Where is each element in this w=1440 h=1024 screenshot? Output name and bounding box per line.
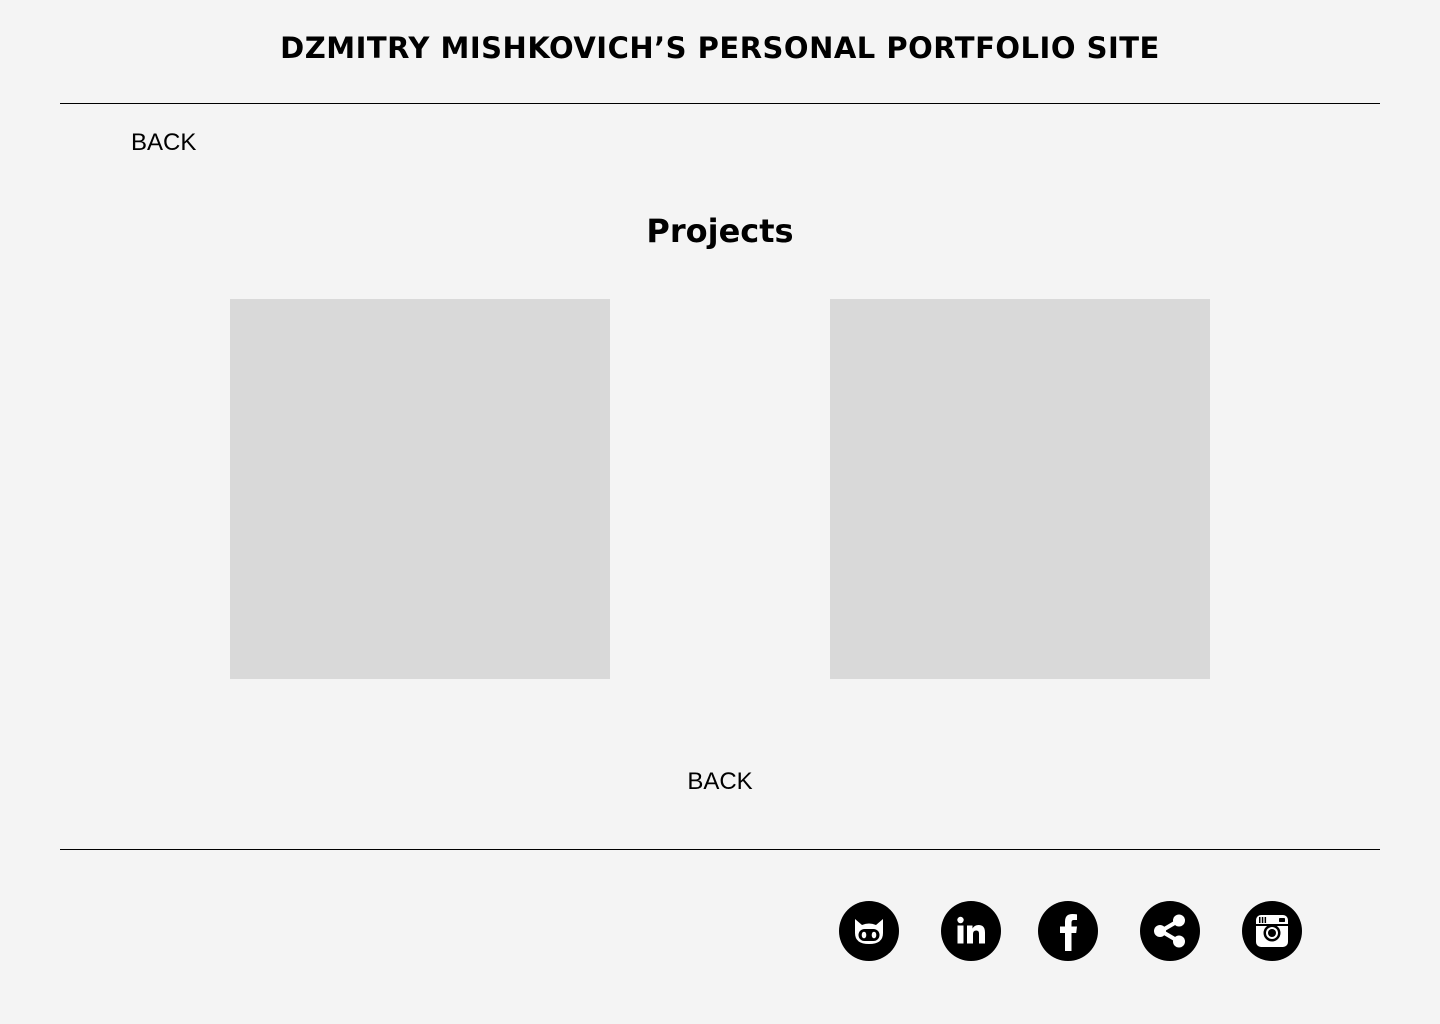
site-title: DZMITRY MISHKOVICH’S PERSONAL PORTFOLIO … (280, 31, 1160, 65)
instagram-icon (1256, 915, 1288, 947)
project-card[interactable] (830, 299, 1210, 679)
footer-divider (60, 849, 1380, 850)
back-link-bottom-wrapper: BACK (0, 768, 1440, 796)
instagram-button[interactable] (1242, 901, 1302, 961)
github-icon (855, 919, 883, 944)
header-divider (60, 103, 1380, 104)
portfolio-page: DZMITRY MISHKOVICH’S PERSONAL PORTFOLIO … (0, 0, 1440, 1024)
share-icon (1154, 914, 1185, 948)
facebook-icon (1060, 914, 1077, 951)
linkedin-icon (957, 916, 985, 944)
back-link-top[interactable]: BACK (131, 129, 196, 157)
project-card[interactable] (230, 299, 610, 679)
github-button[interactable] (839, 901, 899, 961)
section-title: Projects (646, 212, 794, 250)
back-link-bottom[interactable]: BACK (687, 768, 752, 795)
share-button[interactable] (1140, 901, 1200, 961)
facebook-button[interactable] (1038, 901, 1098, 961)
linkedin-button[interactable] (941, 901, 1001, 961)
